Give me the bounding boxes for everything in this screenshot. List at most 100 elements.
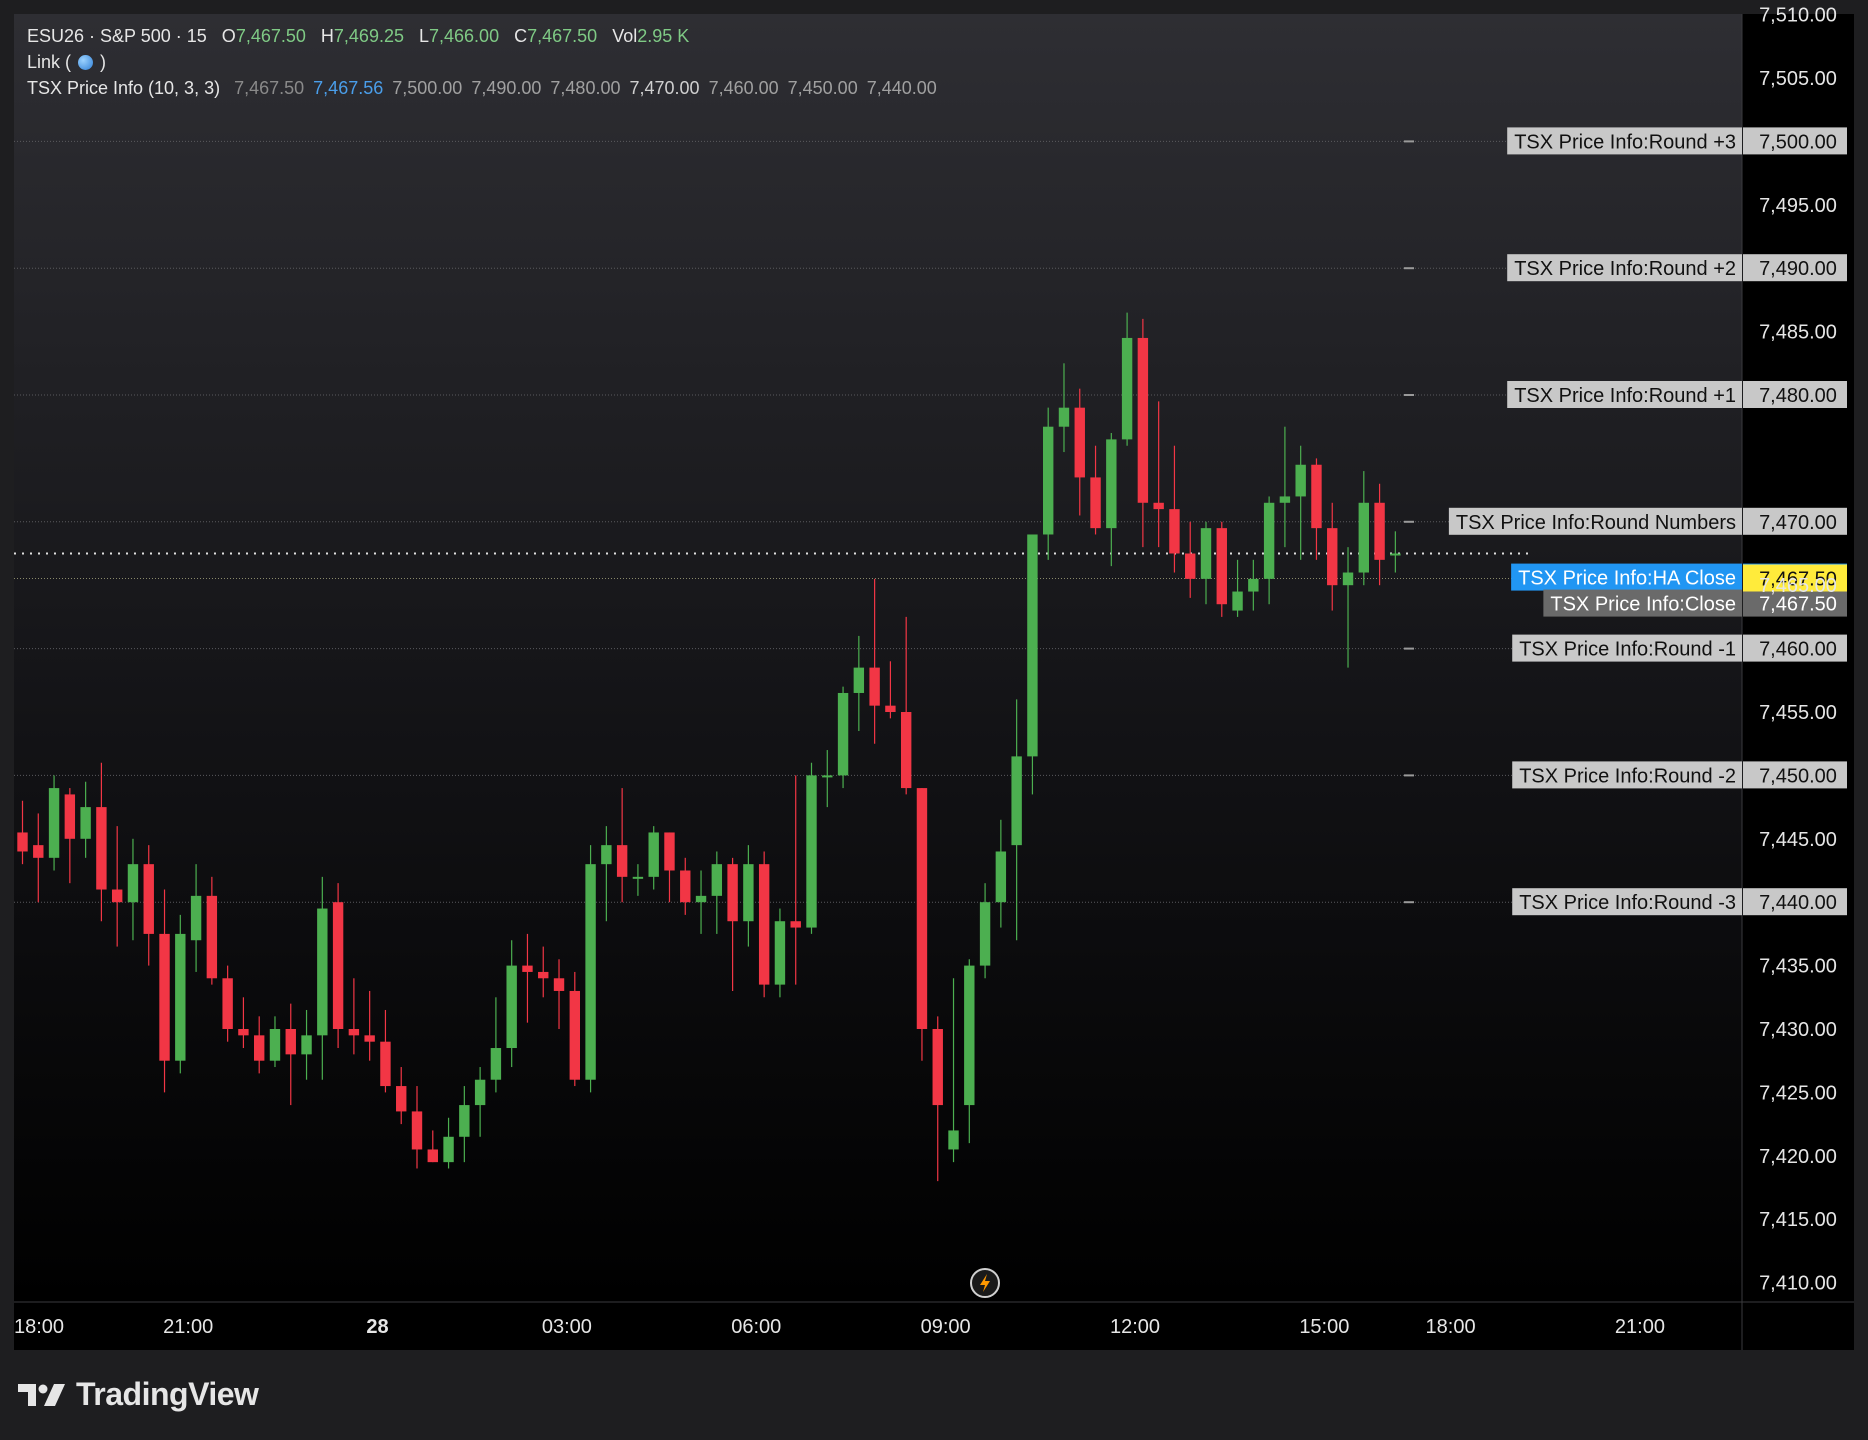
candle-body [33, 845, 44, 858]
candle[interactable] [916, 788, 928, 1061]
price-tick-label: 7,455.00 [1759, 702, 1837, 724]
candle-body [380, 1041, 391, 1087]
level-label[interactable]: TSX Price Info:Round +1 7,480.00 [1507, 381, 1847, 408]
candle-body [916, 788, 928, 1029]
candle[interactable] [175, 914, 186, 1074]
candle-body [80, 807, 91, 839]
price-chart[interactable]: TSX Price Info:Round +3 7,500.00 TSX Price… [0, 0, 1868, 1440]
candle-body [111, 889, 123, 903]
candle[interactable] [837, 686, 849, 789]
ohlc-low: L7,466.00 [419, 26, 500, 46]
tradingview-brand[interactable]: TradingView [18, 1376, 259, 1413]
indicator-value: 7,467.50 [234, 78, 305, 98]
level-name-label: TSX Price Info:Round -1 [1519, 639, 1736, 661]
lightning-bolt-icon[interactable] [970, 1268, 1000, 1298]
candle-body [1169, 509, 1180, 554]
candle-body [1027, 534, 1038, 757]
candle-body [222, 978, 233, 1029]
candle-body [1058, 407, 1070, 427]
candle-body [301, 1035, 312, 1055]
candle-body [411, 1111, 423, 1150]
candle-body [396, 1086, 407, 1112]
candle-body [853, 667, 865, 693]
level-label[interactable]: TSX Price Info:Round -1 7,460.00 [1512, 634, 1847, 662]
candle-body [695, 895, 707, 903]
candle-body [459, 1105, 470, 1137]
candle[interactable] [774, 908, 786, 998]
candle[interactable] [1027, 534, 1038, 795]
ohlc-high: H7,469.25 [320, 26, 404, 46]
level-label[interactable]: TSX Price Info:Round -3 7,440.00 [1512, 888, 1847, 916]
level-name-label: TSX Price Info:Close [1550, 594, 1736, 616]
price-tick-label: 7,485.00 [1759, 322, 1837, 344]
price-tick-label: 7,510.00 [1759, 5, 1837, 27]
candle-body [190, 895, 202, 941]
candle-body [1279, 496, 1291, 503]
candle-body [932, 1029, 943, 1106]
candle-body [553, 978, 565, 991]
level-label[interactable]: TSX Price Info:Round Numbers 7,470.00 [1448, 507, 1847, 535]
tradingview-logo-icon [18, 1383, 65, 1406]
candle-body [822, 775, 833, 778]
ohlc-open: O7,467.50 [221, 26, 306, 46]
link-label: Link ( [27, 52, 72, 72]
price-axis-box-label: 7,450.00 [1759, 765, 1837, 787]
candle-body [522, 965, 533, 972]
candle-body [806, 775, 817, 928]
candle-body [159, 933, 170, 1061]
symbol-legend-row[interactable]: ESU26 · S&P 500 · 15 O7,467.50 H7,469.25… [27, 26, 689, 47]
level-label[interactable]: TSX Price Info:Round +3 7,500.00 [1507, 127, 1847, 155]
link-legend-row[interactable]: Link ( ) [27, 52, 106, 73]
candle-body [869, 667, 880, 706]
price-axis-box-label: 7,500.00 [1759, 131, 1837, 153]
level-name-label: TSX Price Info:Round Numbers [1456, 512, 1736, 534]
price-axis-box-label: 7,460.00 [1759, 639, 1837, 661]
candle-body [979, 902, 991, 966]
candle[interactable] [1216, 521, 1227, 617]
candle[interactable] [48, 775, 60, 871]
indicator-values: 7,467.50 7,467.56 7,500.00 7,490.00 7,480.00… [225, 78, 937, 99]
indicator-value: 7,490.00 [471, 78, 542, 98]
candle-body [1121, 337, 1133, 440]
candle-body [238, 1029, 249, 1036]
candle-body [1390, 553, 1401, 556]
candle-body [837, 692, 849, 776]
indicator-value: 7,467.56 [313, 78, 384, 98]
candle-body [1232, 591, 1243, 611]
time-tick-label: 12:00 [1110, 1316, 1160, 1338]
candle-body [1090, 477, 1101, 529]
candle-body [758, 864, 770, 985]
time-tick-label: 18:00 [14, 1316, 64, 1338]
time-axis-background[interactable] [14, 1302, 1742, 1350]
axis-corner [1742, 1302, 1854, 1350]
candle[interactable] [806, 762, 817, 934]
candle-body [1295, 464, 1306, 497]
indicator-legend-row[interactable]: TSX Price Info (10, 3, 3) 7,467.50 7,467.… [27, 78, 937, 99]
candle[interactable] [758, 851, 770, 998]
price-axis-box-label: 7,440.00 [1759, 892, 1837, 914]
link-globe-icon[interactable] [78, 55, 94, 70]
level-label[interactable]: TSX Price Info:Round -2 7,450.00 [1512, 761, 1847, 789]
price-tick-label: 7,425.00 [1759, 1082, 1837, 1104]
candle-body [648, 832, 659, 877]
candle-body [711, 864, 723, 896]
link-close: ) [100, 52, 107, 72]
indicator-value: 7,460.00 [708, 78, 779, 98]
time-tick-label: 18:00 [1426, 1316, 1476, 1338]
time-tick-label: 28 [366, 1316, 388, 1338]
candle-body [269, 1029, 281, 1061]
candle-body [1248, 578, 1259, 592]
candle-body [254, 1035, 265, 1061]
candle-body [1137, 337, 1149, 503]
level-name-label: TSX Price Info:Round +2 [1514, 258, 1736, 280]
candle-body [790, 921, 801, 928]
candle[interactable] [332, 883, 344, 1049]
level-label[interactable]: TSX Price Info:Round +2 7,490.00 [1507, 254, 1847, 282]
level-name-label: TSX Price Info:HA Close [1518, 568, 1736, 590]
candle-body [1374, 502, 1385, 560]
candle[interactable] [585, 845, 596, 1093]
time-tick-label: 21:00 [1615, 1316, 1665, 1338]
price-tick-label: 7,495.00 [1759, 195, 1837, 217]
candle-body [285, 1029, 296, 1055]
price-tick-label: 7,410.00 [1759, 1273, 1837, 1295]
